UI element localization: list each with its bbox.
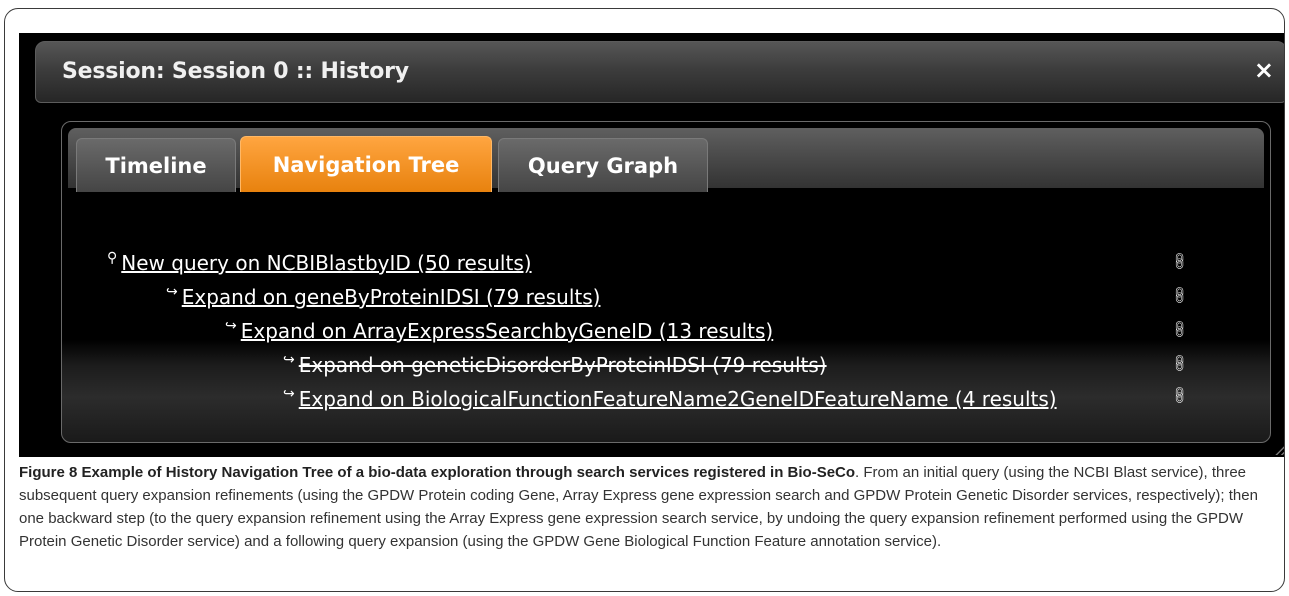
tree-link[interactable]: New query on NCBIBlastbyID (50 results) bbox=[121, 251, 531, 275]
expand-arrow-icon: ↪ bbox=[283, 386, 295, 402]
resize-grip[interactable] bbox=[1275, 441, 1284, 455]
tab-timeline[interactable]: Timeline bbox=[76, 138, 236, 192]
tree-link[interactable]: Expand on ArrayExpressSearchbyGeneID (13… bbox=[241, 319, 773, 343]
expand-arrow-icon: ↪ bbox=[166, 284, 178, 300]
tree-node-root: ⚲ New query on NCBIBlastbyID (50 results… bbox=[107, 250, 532, 275]
caption-heading: Figure 8 Example of History Navigation T… bbox=[19, 464, 856, 481]
tree-node-level3: ↪ Expand on BiologicalFunctionFeatureNam… bbox=[283, 386, 1057, 411]
window-title: Session: Session 0 :: History bbox=[62, 59, 409, 84]
expand-arrow-icon: ↪ bbox=[225, 318, 237, 334]
window-titlebar: Session: Session 0 :: History × bbox=[35, 41, 1284, 103]
tree-node-level3-undone: ↪ Expand on geneticDisorderByProteinIDSI… bbox=[283, 352, 827, 377]
close-icon[interactable]: × bbox=[1254, 56, 1274, 84]
tree-link[interactable]: Expand on geneticDisorderByProteinIDSI (… bbox=[299, 353, 827, 377]
link-icon[interactable]: 🔗︎ bbox=[1169, 384, 1191, 406]
tree-node-level1: ↪ Expand on geneByProteinIDSI (79 result… bbox=[166, 284, 601, 309]
link-icon[interactable]: 🔗︎ bbox=[1169, 318, 1191, 340]
expand-arrow-icon: ↪ bbox=[283, 352, 295, 368]
tab-strip: Timeline Navigation Tree Query Graph bbox=[68, 128, 1264, 192]
tab-navigation-tree[interactable]: Navigation Tree bbox=[240, 136, 492, 192]
link-icon[interactable]: 🔗︎ bbox=[1169, 250, 1191, 272]
figure-frame: Session: Session 0 :: History × Timeline… bbox=[4, 8, 1285, 592]
content-panel: Timeline Navigation Tree Query Graph ⚲ N… bbox=[61, 121, 1271, 443]
tab-query-graph[interactable]: Query Graph bbox=[498, 138, 708, 192]
link-icon[interactable]: 🔗︎ bbox=[1169, 284, 1191, 306]
search-icon: ⚲ bbox=[107, 250, 118, 266]
tree-link[interactable]: Expand on geneByProteinIDSI (79 results) bbox=[182, 285, 601, 309]
tree-link[interactable]: Expand on BiologicalFunctionFeatureName2… bbox=[299, 387, 1057, 411]
link-icon[interactable]: 🔗︎ bbox=[1169, 352, 1191, 374]
figure-caption: Figure 8 Example of History Navigation T… bbox=[19, 461, 1279, 553]
history-window: Session: Session 0 :: History × Timeline… bbox=[19, 33, 1284, 457]
tree-node-level2: ↪ Expand on ArrayExpressSearchbyGeneID (… bbox=[225, 318, 773, 343]
